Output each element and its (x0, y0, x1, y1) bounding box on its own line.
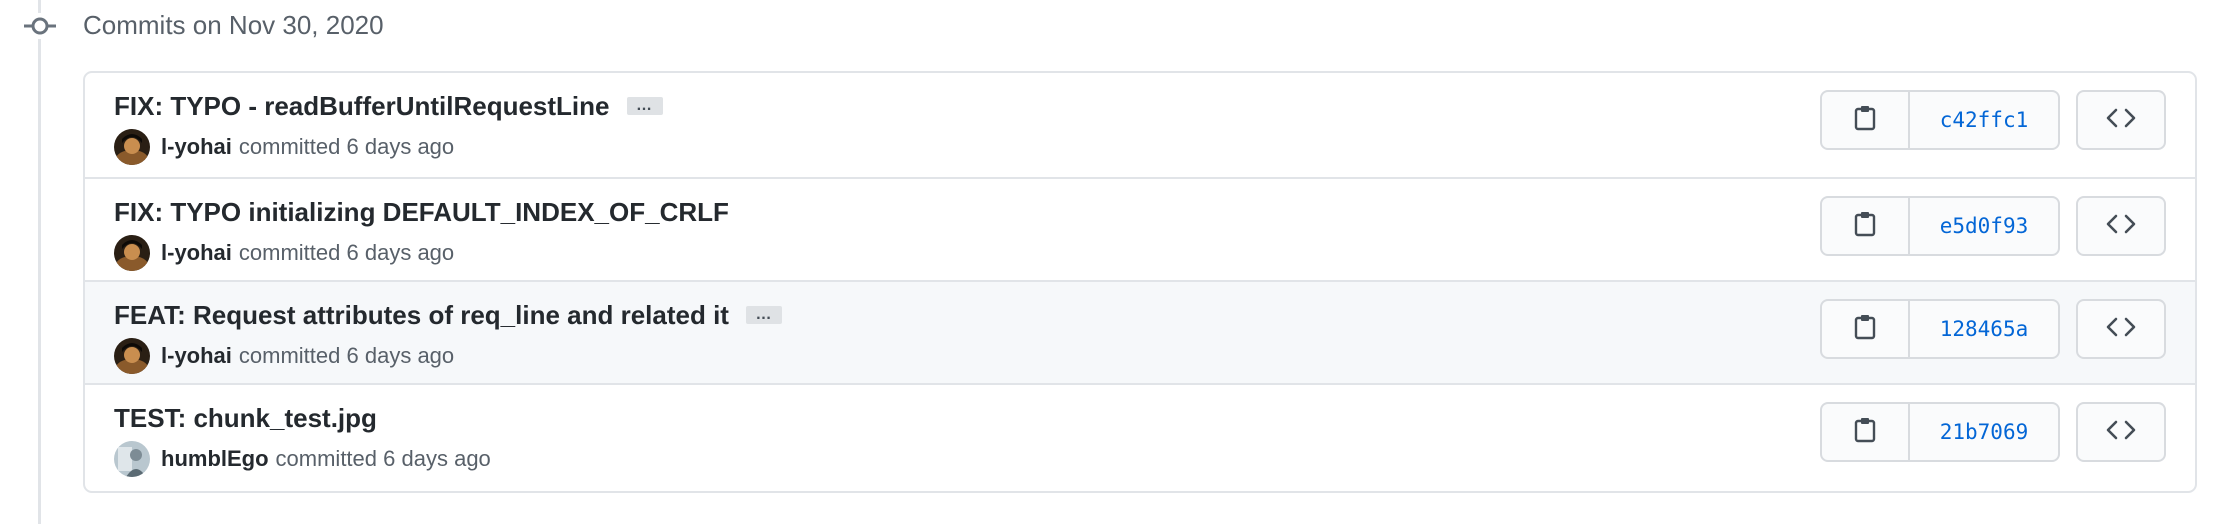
commit-sha-link[interactable]: 21b7069 (1910, 402, 2060, 462)
commit-author-link[interactable]: l-yohai (161, 341, 232, 371)
commit-time: 6 days ago (346, 134, 455, 159)
commit-sha-group: e5d0f93 (1820, 196, 2060, 256)
commit-author-link[interactable]: l-yohai (161, 238, 232, 268)
commit-time: 6 days ago (346, 343, 455, 368)
commit-sha-link[interactable]: 128465a (1910, 299, 2060, 359)
code-icon (2106, 419, 2136, 446)
commit-author-link[interactable]: l-yohai (161, 132, 232, 162)
commit-sha-group: 21b7069 (1820, 402, 2060, 462)
timeline-line (38, 0, 41, 524)
expand-message-button[interactable]: … (745, 306, 782, 324)
avatar[interactable] (114, 235, 150, 271)
expand-message-button[interactable]: … (626, 97, 663, 115)
code-icon (2106, 107, 2136, 134)
commit-meta: l-yohai committed 6 days ago (114, 235, 454, 271)
commit-list: FIX: TYPO - readBufferUntilRequestLine …… (83, 71, 2197, 493)
commit-sha-group: 128465a (1820, 299, 2060, 359)
avatar[interactable] (114, 441, 150, 477)
clipboard-icon (1854, 211, 1876, 242)
avatar[interactable] (114, 129, 150, 165)
commit-meta: l-yohai committed 6 days ago (114, 129, 454, 165)
avatar[interactable] (114, 338, 150, 374)
browse-repo-button[interactable] (2076, 299, 2166, 359)
commit-sha-link[interactable]: c42ffc1 (1910, 90, 2060, 150)
commit-action: committed (238, 240, 341, 265)
commit-row: FEAT: Request attributes of req_line and… (85, 280, 2195, 383)
code-icon (2106, 213, 2136, 240)
clipboard-icon (1854, 105, 1876, 136)
commit-row: TEST: chunk_test.jpg humblEgo committed … (85, 383, 2195, 486)
browse-repo-button[interactable] (2076, 196, 2166, 256)
commit-time: 6 days ago (383, 446, 491, 471)
commit-sha-link[interactable]: e5d0f93 (1910, 196, 2060, 256)
commit-action: committed (238, 343, 341, 368)
copy-sha-button[interactable] (1820, 196, 1910, 256)
browse-repo-button[interactable] (2076, 402, 2166, 462)
commit-row: FIX: TYPO initializing DEFAULT_INDEX_OF_… (85, 177, 2195, 280)
commit-meta: l-yohai committed 6 days ago (114, 338, 454, 374)
commit-title-link[interactable]: FIX: TYPO initializing DEFAULT_INDEX_OF_… (114, 195, 729, 229)
commit-action: committed (238, 134, 341, 159)
commit-meta: humblEgo committed 6 days ago (114, 441, 491, 477)
commit-action: committed (275, 446, 378, 471)
clipboard-icon (1854, 314, 1876, 345)
browse-repo-button[interactable] (2076, 90, 2166, 150)
commit-title-link[interactable]: FIX: TYPO - readBufferUntilRequestLine (114, 89, 610, 123)
commit-sha-group: c42ffc1 (1820, 90, 2060, 150)
commit-author-link[interactable]: humblEgo (161, 444, 269, 474)
copy-sha-button[interactable] (1820, 299, 1910, 359)
clipboard-icon (1854, 417, 1876, 448)
copy-sha-button[interactable] (1820, 90, 1910, 150)
copy-sha-button[interactable] (1820, 402, 1910, 462)
commit-time: 6 days ago (346, 240, 455, 265)
commit-group-title: Commits on Nov 30, 2020 (83, 10, 384, 40)
commit-title-link[interactable]: FEAT: Request attributes of req_line and… (114, 298, 729, 332)
commit-row: FIX: TYPO - readBufferUntilRequestLine …… (85, 73, 2195, 177)
commit-title-link[interactable]: TEST: chunk_test.jpg (114, 401, 377, 435)
git-commit-icon (23, 13, 57, 39)
code-icon (2106, 316, 2136, 343)
